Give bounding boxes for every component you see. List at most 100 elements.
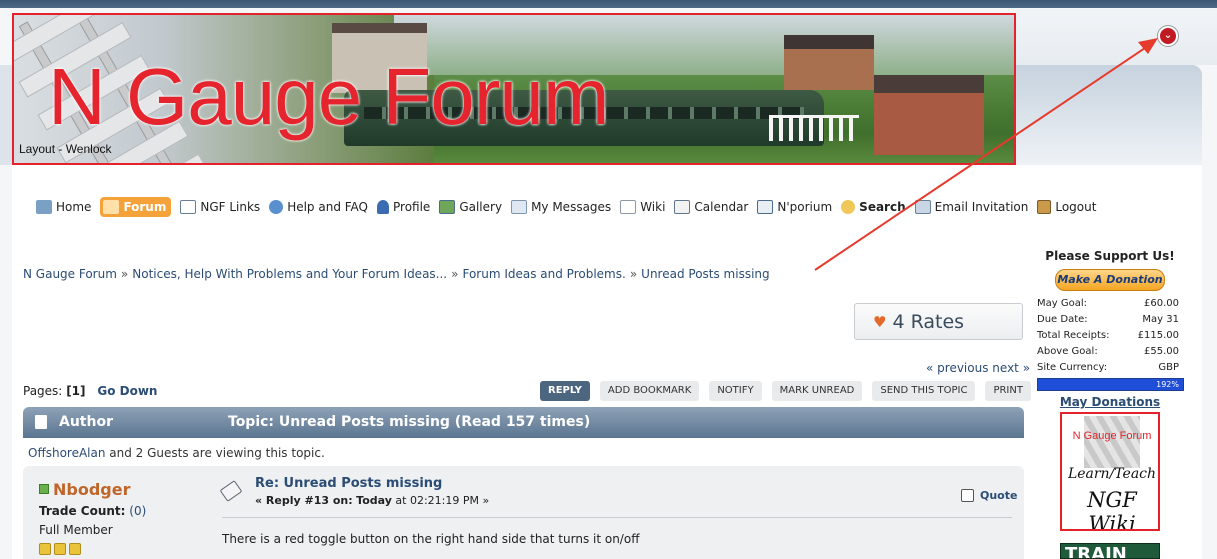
menu-gallery[interactable]: Gallery [439,197,502,217]
breadcrumb-link-subboard[interactable]: Forum Ideas and Problems. [462,267,625,281]
quote-button[interactable]: Quote [961,489,1017,502]
trains-ad[interactable]: TRAIN [1060,543,1160,559]
nporium-icon [757,200,774,214]
quote-icon [961,489,974,502]
post-meta: « Reply #13 on: Today at 02:21:19 PM » [255,494,490,507]
donation-row: May Goal: £60.00 [1037,298,1179,309]
topic-buttons: REPLY ADD BOOKMARK NOTIFY MARK UNREAD SE… [540,381,1041,401]
chevron-down-icon: ⌄ [1163,30,1173,41]
trade-count-label: Trade Count: [39,504,126,518]
header-toggle-button[interactable]: ⌄ [1158,26,1178,46]
poster-rank: Full Member [39,523,113,537]
poster-info: Nbodger Trade Count: (0) Full Member [39,480,219,555]
add-bookmark-button[interactable]: ADD BOOKMARK [599,381,700,401]
go-down-link[interactable]: Go Down [97,384,157,398]
menu-nporium[interactable]: N'porium [757,197,832,217]
menu-ngf-links[interactable]: NGF Links [180,197,260,217]
previous-topic-link[interactable]: « previous [926,361,988,375]
header-upshrink-band [1016,65,1202,165]
donate-button[interactable]: Make A Donation [1055,269,1165,291]
banner-title: N Gauge Forum [48,52,610,141]
print-button[interactable]: PRINT [985,381,1031,401]
banner-caption: Layout - Wenlock [19,142,112,156]
rank-stars [39,543,219,555]
wiki-ad[interactable]: N Gauge Forum Learn/Teach NGF Wiki [1060,412,1160,531]
document-icon [35,415,47,429]
forum-icon [103,200,120,214]
star-icon [69,543,81,555]
track-logo [1084,416,1140,468]
post-body: There is a red toggle button on the righ… [222,532,640,546]
wiki-ad-title: N Gauge Forum [1072,430,1152,442]
header-left-band [0,65,12,165]
links-icon [180,200,197,214]
menu-email-invitation[interactable]: Email Invitation [914,197,1028,217]
rates-box[interactable]: ♥ 4 Rates [854,303,1023,340]
rates-label: 4 Rates [892,310,965,333]
pages-label: Pages: [23,384,63,398]
trade-count-value[interactable]: (0) [129,504,146,518]
calendar-icon [674,200,691,214]
breadcrumb-separator: » [120,267,129,281]
viewing-rest: and 2 Guests are viewing this topic. [105,446,325,460]
forum-banner[interactable]: N Gauge Forum Layout - Wenlock [12,13,1016,165]
email-invite-icon [914,200,931,214]
home-icon [36,200,52,214]
menu-search[interactable]: Search [841,197,906,217]
wiki-icon [620,200,637,214]
viewing-users: OffshoreAlan and 2 Guests are viewing th… [28,446,325,460]
star-icon [39,543,51,555]
logout-icon [1037,200,1052,214]
menu-my-messages[interactable]: My Messages [511,197,611,217]
wiki-ad-line1: Learn/Teach [1067,466,1157,482]
search-icon [841,200,856,214]
main-menu: Home Forum NGF Links Help and FAQ Profil… [36,196,1105,218]
menu-forum[interactable]: Forum [100,197,172,217]
topic-header-bar: Author Topic: Unread Posts missing (Read… [23,407,1024,438]
menu-wiki[interactable]: Wiki [620,197,665,217]
breadcrumb-link-home[interactable]: N Gauge Forum [23,267,117,281]
breadcrumb-link-board[interactable]: Notices, Help With Problems and Your For… [132,267,447,281]
post-subject[interactable]: Re: Unread Posts missing [255,476,442,491]
prev-next-nav: « previous next » [926,361,1030,375]
donation-row: Site Currency: GBP [1037,362,1179,373]
heart-icon: ♥ [873,312,887,331]
breadcrumb-separator: » [451,267,459,281]
donation-row: Total Receipts: £115.00 [1037,330,1179,341]
breadcrumb: N Gauge Forum» Notices, Help With Problem… [23,267,770,281]
send-topic-button[interactable]: SEND THIS TOPIC [872,381,976,401]
wiki-ad-line2: NGF Wiki [1087,488,1137,531]
menu-help[interactable]: Help and FAQ [269,197,368,217]
post-icon [219,480,243,502]
next-topic-link[interactable]: next » [992,361,1030,375]
profile-icon [377,200,389,214]
menu-logout[interactable]: Logout [1037,197,1096,217]
online-status-icon [39,484,49,494]
viewing-user-link[interactable]: OffshoreAlan [28,446,105,460]
menu-home[interactable]: Home [36,197,91,217]
may-donations-link[interactable]: May Donations [1033,395,1187,409]
donation-row: Above Goal: £55.00 [1037,346,1179,357]
menu-calendar[interactable]: Calendar [674,197,748,217]
post: Nbodger Trade Count: (0) Full Member Re:… [23,466,1024,559]
breadcrumb-separator: » [629,267,638,281]
support-title: Please Support Us! [1045,249,1175,263]
help-icon [269,200,284,214]
star-icon [54,543,66,555]
current-page: [1] [66,384,86,398]
breadcrumb-link-topic[interactable]: Unread Posts missing [641,267,769,281]
topic-title: Topic: Unread Posts missing (Read 157 ti… [228,414,591,430]
donation-table: May Goal: £60.00 Due Date: May 31 Total Re… [1033,296,1183,376]
post-divider [222,517,1012,518]
donation-progress-bar: 192% [1037,378,1184,391]
gallery-icon [439,200,456,214]
poster-name[interactable]: Nbodger [53,480,130,499]
pagination: Pages: [1] Go Down [23,384,157,398]
author-column-header: Author [59,414,113,430]
notify-button[interactable]: NOTIFY [709,381,762,401]
reply-button[interactable]: REPLY [540,381,590,401]
menu-profile[interactable]: Profile [377,197,430,217]
mark-unread-button[interactable]: MARK UNREAD [771,381,863,401]
donation-row: Due Date: May 31 [1037,314,1179,325]
progress-label: 192% [1156,380,1179,389]
